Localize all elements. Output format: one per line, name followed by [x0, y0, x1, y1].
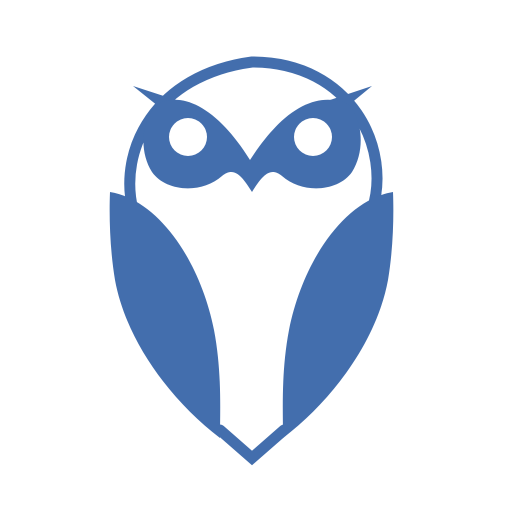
- owl-left-wing: [109, 192, 221, 438]
- owl-bottom-outline: [214, 424, 290, 466]
- owl-right-wing: [282, 192, 394, 438]
- owl-left-eye-icon: [169, 118, 207, 156]
- owl-logo-icon: [109, 56, 394, 466]
- owl-right-eye-icon: [294, 118, 332, 156]
- app-icon-canvas: [0, 0, 512, 512]
